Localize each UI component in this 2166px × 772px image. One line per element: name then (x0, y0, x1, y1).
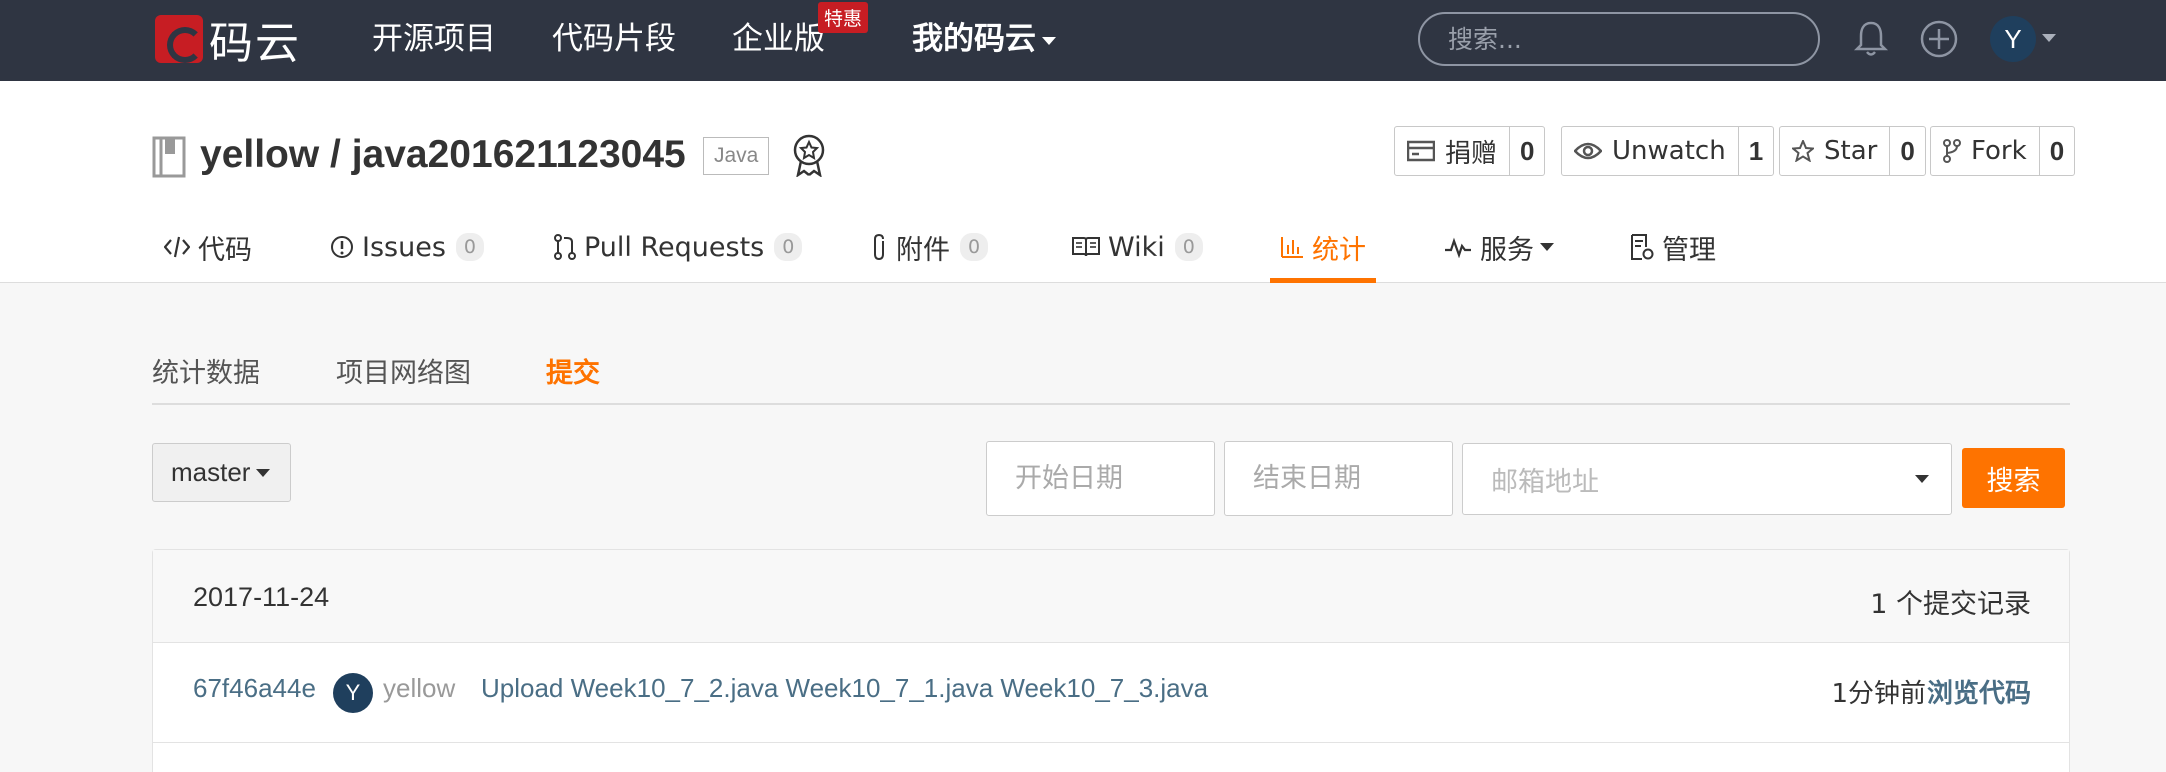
star-button-group: Star 0 (1779, 126, 1926, 176)
subtab-commits[interactable]: 提交 (546, 351, 600, 390)
tab-wiki[interactable]: Wiki 0 (1072, 211, 1203, 283)
nav-my-gitee-label: 我的码云 (912, 21, 1036, 57)
star-label: Star (1824, 136, 1878, 166)
commit-count: 1 个提交记录 (1870, 589, 2031, 620)
user-avatar[interactable]: Y (1990, 16, 2036, 62)
commit-sha-link[interactable]: 67f46a44e (193, 673, 316, 704)
commit-row: 67f46a44e Y yellow Upload Week10_7_2.jav… (153, 643, 2069, 743)
commit-time: 1分钟前 (1831, 679, 1926, 709)
tab-issues[interactable]: Issues 0 (330, 211, 484, 283)
donate-button-group: 捐赠 0 (1394, 126, 1546, 176)
tab-services[interactable]: 服务 (1444, 211, 1554, 283)
commit-date: 2017-11-24 (193, 582, 330, 612)
nav-enterprise[interactable]: 企业版 (732, 18, 825, 60)
global-search-input[interactable] (1418, 12, 1820, 66)
language-tag[interactable]: Java (703, 137, 770, 175)
chevron-down-icon (1915, 475, 1929, 483)
fork-button-group: Fork 0 (1930, 126, 2076, 176)
code-icon (164, 236, 190, 258)
chevron-down-icon (1042, 36, 1056, 45)
fork-icon (1943, 139, 1961, 163)
user-menu-chevron-icon[interactable] (2042, 34, 2056, 42)
unwatch-label: Unwatch (1612, 136, 1726, 166)
tab-statistics-label: 统计 (1312, 234, 1366, 266)
eye-icon (1574, 142, 1602, 160)
stats-subtabs: 统计数据 项目网络图 提交 (152, 345, 2070, 405)
subtab-stats-data[interactable]: 统计数据 (152, 351, 260, 390)
tab-pull-requests-count: 0 (774, 233, 803, 261)
chevron-down-icon (1540, 243, 1554, 251)
settings-doc-icon (1631, 234, 1654, 260)
tab-services-label: 服务 (1480, 234, 1534, 266)
author-avatar[interactable]: Y (333, 673, 373, 713)
fork-button[interactable]: Fork (1931, 127, 2040, 175)
tab-pull-requests-label: Pull Requests (584, 231, 765, 263)
tab-wiki-count: 0 (1174, 233, 1203, 261)
nav-my-gitee[interactable]: 我的码云 (912, 18, 1056, 60)
nav-code-snippets[interactable]: 代码片段 (552, 18, 676, 60)
issue-icon (331, 236, 353, 258)
unwatch-button[interactable]: Unwatch (1562, 127, 1739, 175)
subtab-network-graph[interactable]: 项目网络图 (336, 351, 471, 390)
chevron-down-icon (256, 468, 271, 477)
browse-code-link[interactable]: 浏览代码 (1927, 673, 2031, 710)
start-date-input[interactable] (986, 441, 1215, 516)
tab-manage[interactable]: 管理 (1630, 211, 1716, 283)
logo-text: 码云 (209, 18, 301, 69)
star-button[interactable]: Star (1780, 127, 1891, 175)
tab-attachments-label: 附件 (896, 234, 950, 266)
fork-count[interactable]: 0 (2040, 127, 2074, 175)
pulse-icon (1445, 237, 1471, 258)
donate-button[interactable]: 捐赠 (1395, 127, 1511, 175)
fork-label: Fork (1971, 136, 2027, 166)
email-select[interactable]: 邮箱地址 (1462, 443, 1952, 515)
search-button[interactable]: 搜索 (1962, 448, 2065, 508)
commit-author[interactable]: yellow (383, 673, 455, 704)
tab-code[interactable]: 代码 (164, 211, 252, 283)
tab-attachments[interactable]: 附件 0 (870, 211, 989, 283)
tab-code-label: 代码 (198, 234, 252, 266)
tab-pull-requests[interactable]: Pull Requests 0 (554, 211, 803, 283)
bar-chart-icon (1281, 237, 1303, 258)
tab-statistics[interactable]: 统计 (1270, 211, 1376, 283)
bell-icon[interactable] (1850, 18, 1892, 60)
star-count[interactable]: 0 (1890, 127, 1924, 175)
book-icon (1072, 237, 1100, 257)
star-icon (1792, 140, 1814, 162)
commit-group-header: 2017-11-24 1 个提交记录 (153, 550, 2069, 643)
logo[interactable]: 码云 (155, 14, 301, 69)
tab-manage-label: 管理 (1662, 234, 1716, 266)
branch-label: master (171, 457, 251, 487)
repo-title[interactable]: yellow / java201621123045 (200, 133, 686, 177)
top-navbar: 码云 开源项目 代码片段 企业版 特惠 我的码云 Y (0, 0, 2166, 81)
donate-count[interactable]: 0 (1510, 127, 1544, 175)
watch-button-group: Unwatch 1 (1561, 126, 1775, 176)
tab-issues-label: Issues (362, 231, 446, 263)
plus-circle-icon[interactable] (1918, 18, 1960, 60)
hot-badge: 特惠 (818, 2, 869, 33)
medal-icon[interactable] (790, 133, 828, 177)
tab-attachments-count: 0 (960, 233, 989, 261)
repo-book-icon (152, 136, 186, 178)
email-placeholder: 邮箱地址 (1491, 466, 1599, 498)
pull-request-icon (554, 234, 576, 260)
nav-open-source[interactable]: 开源项目 (372, 18, 496, 60)
repo-header: yellow / java201621123045 Java 捐赠 0 Unwa… (0, 81, 2166, 283)
paperclip-icon (874, 233, 884, 261)
tab-issues-count: 0 (455, 233, 484, 261)
commit-list-panel: 2017-11-24 1 个提交记录 67f46a44e Y yellow Up… (152, 549, 2070, 772)
logo-mark-icon (155, 15, 203, 63)
end-date-input[interactable] (1224, 441, 1453, 516)
commit-message-link[interactable]: Upload Week10_7_2.java Week10_7_1.java W… (481, 673, 1208, 704)
donate-icon (1407, 140, 1435, 162)
tab-wiki-label: Wiki (1108, 231, 1165, 263)
watch-count[interactable]: 1 (1739, 127, 1773, 175)
branch-select-button[interactable]: master (152, 443, 291, 502)
donate-label: 捐赠 (1445, 138, 1498, 169)
